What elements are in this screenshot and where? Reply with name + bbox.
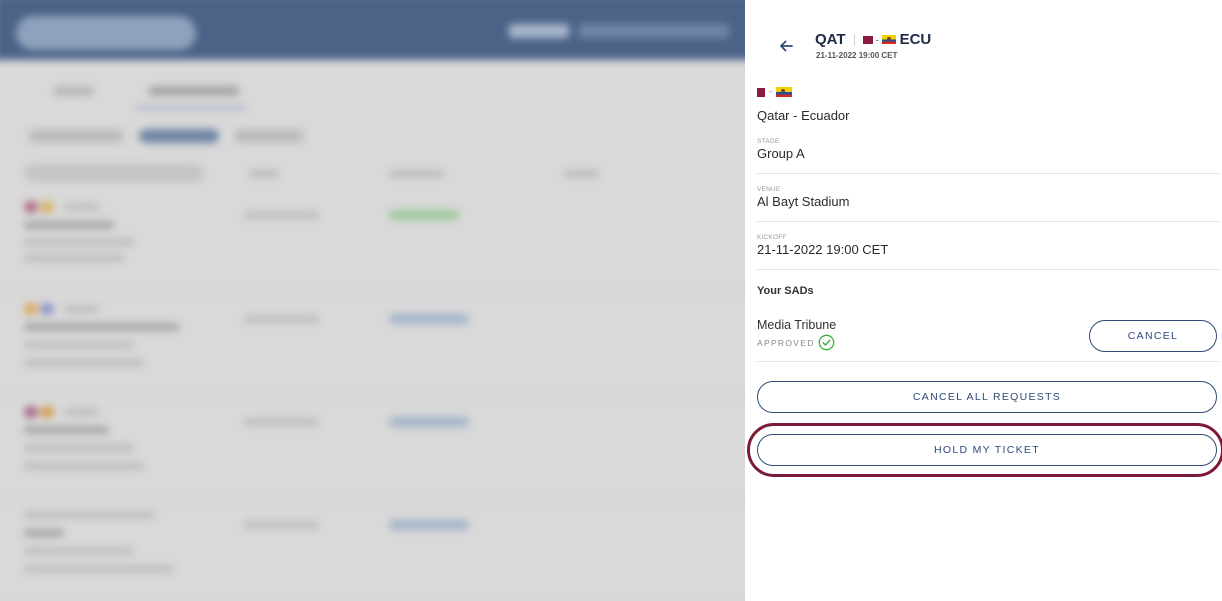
bg-search-pill <box>16 16 196 50</box>
sad-status-text: APPROVED <box>757 337 815 348</box>
flag-dash: - <box>875 34 879 45</box>
divider <box>757 173 1219 174</box>
divider <box>757 361 1219 362</box>
match-header-datetime: 21-11-2022 19:00 CET <box>816 51 898 60</box>
bg-text <box>24 444 134 452</box>
hold-my-ticket-button[interactable]: HOLD MY TICKET <box>757 434 1217 466</box>
blurred-background-app <box>0 0 745 601</box>
bg-list-row <box>0 501 745 601</box>
header-separator <box>853 33 855 46</box>
back-button[interactable] <box>775 35 797 57</box>
bg-text <box>24 565 174 573</box>
bg-column-header <box>564 170 599 178</box>
bg-flag <box>40 303 54 315</box>
cancel-all-requests-button[interactable]: CANCEL ALL REQUESTS <box>757 381 1217 413</box>
ecuador-flag-icon <box>776 87 793 97</box>
bg-text <box>24 529 64 537</box>
flag-dash: - <box>769 87 773 97</box>
bg-text <box>24 547 134 555</box>
bg-text <box>24 462 144 470</box>
cancel-sad-button[interactable]: CANCEL <box>1089 320 1217 352</box>
bg-text <box>24 254 124 262</box>
bg-list-row <box>0 291 745 396</box>
bg-chip-active <box>139 129 219 143</box>
bg-chip <box>29 129 124 143</box>
bg-column-header <box>249 170 279 178</box>
sads-heading: Your SADs <box>757 285 814 297</box>
bg-text <box>24 359 144 367</box>
bg-text <box>24 341 134 349</box>
bg-brand-logo <box>509 24 569 38</box>
bg-tab-active <box>149 86 239 96</box>
bg-flag <box>24 201 38 213</box>
bg-list-row <box>0 186 745 291</box>
venue-label: VENUE <box>757 186 781 193</box>
venue-value: Al Bayt Stadium <box>757 194 850 209</box>
away-team-code: ECU <box>899 31 932 48</box>
stage-label: STAGE <box>757 138 780 145</box>
bg-text <box>64 408 99 416</box>
match-header-title: QAT - ECU <box>815 31 931 48</box>
bg-filter <box>24 164 204 182</box>
arrow-left-icon <box>780 40 793 52</box>
bg-text <box>244 521 319 529</box>
bg-text <box>244 418 319 426</box>
bg-text <box>244 211 319 219</box>
match-flags: - <box>757 87 793 97</box>
bg-list-row <box>0 396 745 501</box>
bg-status <box>389 417 469 427</box>
home-team-code: QAT <box>815 31 846 48</box>
bg-text <box>24 511 154 519</box>
bg-flag <box>40 201 54 213</box>
app-root: QAT - ECU 21-11-2022 19:00 CET - Qatar -… <box>0 0 1222 601</box>
bg-text <box>24 238 134 246</box>
stage-value: Group A <box>757 146 805 161</box>
sad-name: Media Tribune <box>757 318 837 332</box>
bg-status <box>389 314 469 324</box>
bg-text <box>64 305 99 313</box>
bg-text <box>244 315 319 323</box>
bg-tab-underline <box>136 106 246 109</box>
bg-flag <box>24 406 38 418</box>
blurred-content <box>0 0 745 601</box>
bg-flag <box>40 406 54 418</box>
bg-column-header <box>389 170 444 178</box>
check-circle-icon <box>818 334 834 351</box>
kickoff-label: KICKOFF <box>757 234 787 241</box>
kickoff-value: 21-11-2022 19:00 CET <box>757 242 889 257</box>
bg-chip <box>234 129 304 143</box>
bg-brand-text <box>579 24 729 38</box>
bg-text <box>64 203 99 211</box>
divider <box>757 269 1219 270</box>
bg-flag <box>24 303 38 315</box>
match-name: Qatar - Ecuador <box>757 108 850 123</box>
bg-text <box>24 323 179 331</box>
bg-status <box>389 210 459 220</box>
divider <box>757 221 1219 222</box>
qatar-flag-icon <box>862 35 873 44</box>
bg-tab <box>54 86 94 96</box>
qatar-flag-icon <box>757 87 765 97</box>
match-detail-panel: QAT - ECU 21-11-2022 19:00 CET - Qatar -… <box>745 0 1222 601</box>
bg-text <box>24 426 109 434</box>
bg-text <box>24 221 114 229</box>
ecuador-flag-icon <box>881 35 896 44</box>
header-flags: - <box>862 34 896 45</box>
bg-status <box>389 520 469 530</box>
sad-status: APPROVED <box>757 334 835 351</box>
